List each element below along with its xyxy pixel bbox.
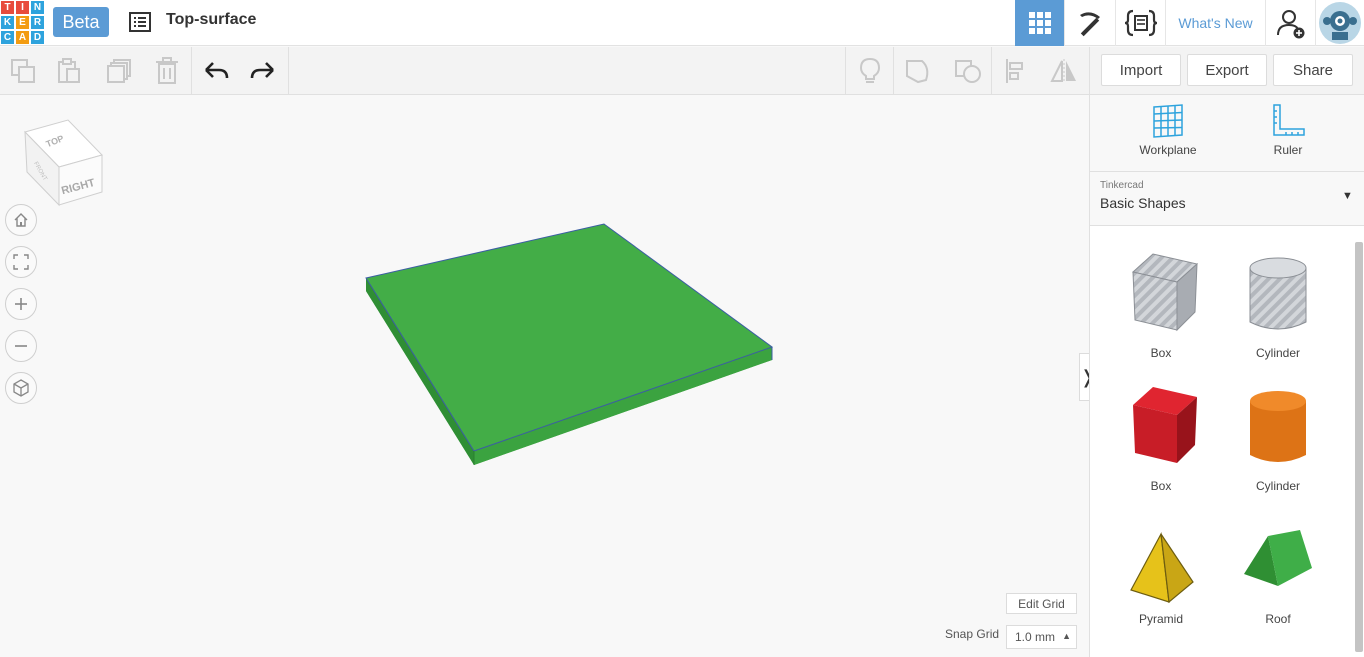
undo-button[interactable] <box>193 47 239 94</box>
shape-box-hole[interactable]: Box <box>1111 250 1211 370</box>
caret-down-icon[interactable]: ▼ <box>1342 190 1353 202</box>
workplane-tool[interactable]: Workplane <box>1108 103 1228 165</box>
shape-pyramid[interactable]: Pyramid <box>1111 516 1211 636</box>
caret-up-icon: ▲ <box>1062 631 1071 641</box>
top-bar: TINKERCAD Beta Top-surface What's New <box>0 0 1364 46</box>
copy-button[interactable] <box>0 47 46 94</box>
roof-icon <box>1244 530 1312 586</box>
view-cube[interactable]: TOP FRONT RIGHT <box>22 117 106 207</box>
panel-scrollbar[interactable] <box>1355 242 1363 652</box>
paste-icon <box>58 57 80 83</box>
ungroup-button[interactable] <box>945 47 991 94</box>
shapes-panel: Workplane Ruler Tinkercad Basic Shapes ▼… <box>1089 95 1364 657</box>
copy-icon <box>11 58 35 83</box>
snap-grid-label: Snap Grid <box>945 627 1000 641</box>
shape-roof[interactable]: Roof <box>1228 516 1328 636</box>
logo-letter: R <box>30 15 45 30</box>
shapes-grid: Box Cylinder Box Cylinder Pyramid Roof <box>1090 226 1364 657</box>
home-view-button[interactable] <box>5 204 37 236</box>
add-user-icon <box>1276 10 1304 39</box>
code-braces-icon <box>1124 9 1157 37</box>
shape-label: Pyramid <box>1138 612 1183 626</box>
align-button[interactable] <box>993 47 1039 94</box>
striped-cylinder-icon <box>1249 257 1307 330</box>
fit-view-button[interactable] <box>5 246 37 278</box>
green-box-shape[interactable] <box>360 220 780 470</box>
redo-button[interactable] <box>240 47 286 94</box>
workplane-label: Workplane <box>1139 143 1197 157</box>
logo-letter: N <box>30 0 45 15</box>
mirror-button[interactable] <box>1041 47 1087 94</box>
beta-badge[interactable]: Beta <box>53 7 109 37</box>
workplane-canvas[interactable]: TOP FRONT RIGHT <box>0 95 1089 657</box>
zoom-out-button[interactable] <box>5 330 37 362</box>
3d-view-button[interactable] <box>1015 0 1064 46</box>
grid-icon <box>1028 12 1051 34</box>
logo-letter: A <box>15 30 30 45</box>
shape-label: Roof <box>1265 612 1291 626</box>
edit-toolbar: Import Export Share <box>0 47 1364 95</box>
export-button[interactable]: Export <box>1187 54 1267 86</box>
perspective-button[interactable] <box>5 372 37 404</box>
fit-view-icon <box>13 254 29 270</box>
paste-button[interactable] <box>46 47 92 94</box>
robot-avatar-icon <box>1319 2 1361 44</box>
workplane-icon <box>1153 104 1183 138</box>
shape-label: Box <box>1150 479 1172 493</box>
shape-label: Cylinder <box>1255 479 1300 493</box>
redo-icon <box>250 61 274 78</box>
edit-grid-button[interactable]: Edit Grid <box>1006 593 1077 614</box>
striped-box-icon <box>1131 253 1199 332</box>
duplicate-button[interactable] <box>96 47 142 94</box>
snap-grid-value: 1.0 mm <box>1015 630 1056 644</box>
ruler-icon <box>1273 104 1305 136</box>
plus-icon <box>15 298 27 310</box>
group-icon <box>906 59 929 83</box>
whats-new-link[interactable]: What's New <box>1165 0 1265 46</box>
lightbulb-icon <box>859 57 881 83</box>
minus-icon <box>15 345 27 347</box>
trash-icon <box>156 56 178 84</box>
blocks-view-button[interactable] <box>1064 0 1115 46</box>
duplicate-icon <box>107 58 131 83</box>
delete-button[interactable] <box>144 47 190 94</box>
shape-box[interactable]: Box <box>1111 383 1211 503</box>
logo-letter: T <box>0 0 15 15</box>
ungroup-icon <box>955 59 981 83</box>
share-button[interactable]: Share <box>1273 54 1353 86</box>
library-source: Tinkercad <box>1100 180 1144 191</box>
cube-icon <box>13 379 29 397</box>
shape-label: Cylinder <box>1255 346 1300 360</box>
snap-grid-select[interactable]: 1.0 mm ▲ <box>1006 625 1077 649</box>
group-button[interactable] <box>895 47 941 94</box>
shape-label: Box <box>1150 346 1172 360</box>
design-title[interactable]: Top-surface <box>166 11 256 29</box>
ruler-label: Ruler <box>1273 143 1303 157</box>
undo-icon <box>205 61 229 78</box>
home-icon <box>14 213 28 227</box>
logo-letter: K <box>0 15 15 30</box>
logo-letter: E <box>15 15 30 30</box>
shape-cylinder[interactable]: Cylinder <box>1228 383 1328 503</box>
logo-letter: D <box>30 30 45 45</box>
library-select[interactable]: Basic Shapes <box>1100 195 1186 211</box>
show-all-button[interactable] <box>847 47 893 94</box>
pickaxe-icon <box>1080 12 1100 37</box>
add-user-button[interactable] <box>1265 0 1315 46</box>
logo-letter: C <box>0 30 15 45</box>
codeblocks-button[interactable] <box>1115 0 1165 46</box>
avatar[interactable] <box>1315 0 1364 46</box>
red-box-icon <box>1133 387 1197 463</box>
shape-cylinder-hole[interactable]: Cylinder <box>1228 250 1328 370</box>
tinkercad-logo[interactable]: TINKERCAD <box>0 0 45 45</box>
ruler-tool[interactable]: Ruler <box>1228 103 1348 165</box>
zoom-in-button[interactable] <box>5 288 37 320</box>
pyramid-icon <box>1130 532 1194 604</box>
design-list-icon[interactable] <box>128 10 152 34</box>
logo-letter: I <box>15 0 30 15</box>
mirror-icon <box>1050 58 1076 83</box>
orange-cylinder-icon <box>1250 391 1306 462</box>
align-icon <box>1006 58 1023 83</box>
import-button[interactable]: Import <box>1101 54 1181 86</box>
